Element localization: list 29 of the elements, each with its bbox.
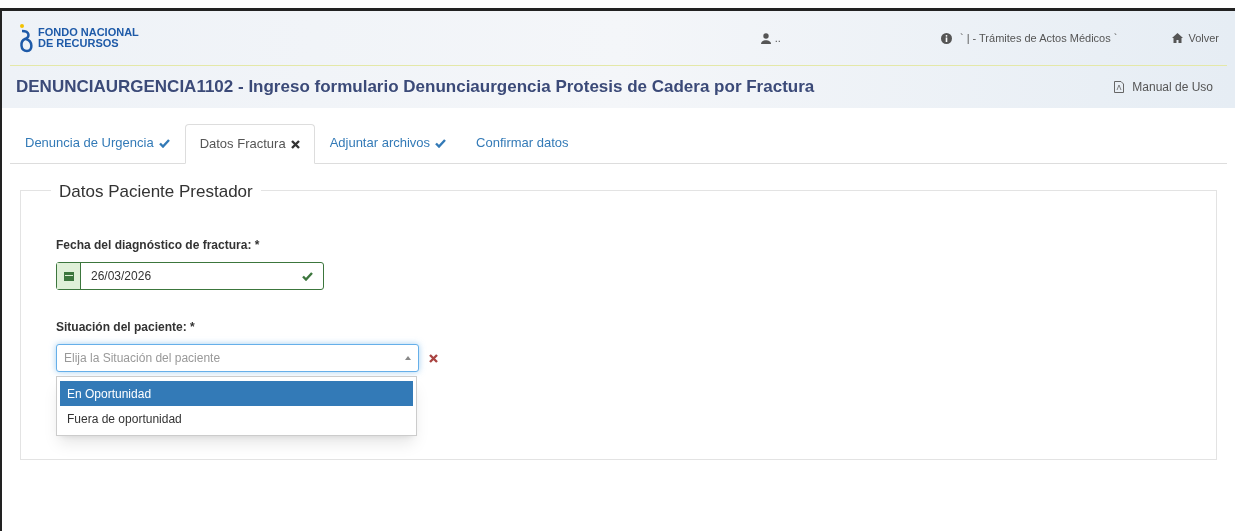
user-name: .. <box>774 30 781 46</box>
cross-icon <box>290 139 300 149</box>
logo-text: DE RECURSOS <box>38 38 120 49</box>
dropdown-option[interactable]: En Oportunidad <box>60 381 413 406</box>
tab[interactable]: Denuncia de Urgencia <box>10 123 185 163</box>
calendar-addon[interactable] <box>57 263 81 289</box>
info-icon <box>940 32 952 44</box>
valid-check-icon <box>302 271 313 281</box>
home-icon <box>1172 33 1184 43</box>
page-title: DENUNCIAURGENCIA1102 - Ingreso formulario Denunciaurgencia Protesis de Cadera por Fractura <box>16 76 815 99</box>
context-text: ` | - Trámites de Actos Médicos ` <box>959 30 1118 46</box>
date-field[interactable]: 26/03/2026 <box>56 262 324 290</box>
logo-text: FONDO NACIONAL <box>38 27 139 38</box>
manual-link[interactable]: Manual de Uso <box>1114 78 1213 96</box>
field-label: Fecha del diagnóstico de fractura: * <box>56 237 261 254</box>
tab[interactable]: Confirmar datos <box>461 123 584 163</box>
cross-icon <box>429 353 438 363</box>
field-label: Situación del paciente: * <box>56 319 196 336</box>
back-link[interactable]: Volver <box>1172 29 1219 47</box>
caret-icon <box>405 356 411 360</box>
check-icon <box>435 138 447 148</box>
tab[interactable]: Adjuntar archivos <box>314 123 462 163</box>
user-icon <box>760 32 771 44</box>
dropdown-option[interactable]: Fuera de oportunidad <box>60 406 413 431</box>
tab[interactable]: Datos Fractura <box>184 124 315 164</box>
pdf-icon <box>1114 81 1125 93</box>
logo-icon <box>18 23 34 53</box>
calendar-icon <box>63 271 74 281</box>
check-icon <box>158 138 170 148</box>
